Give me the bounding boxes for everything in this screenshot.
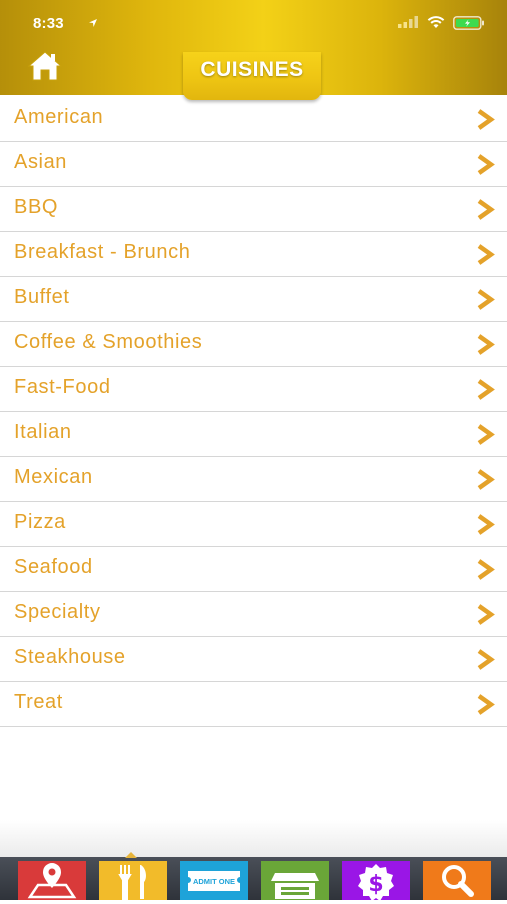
cellular-signal-icon xyxy=(398,16,418,28)
tab-search[interactable] xyxy=(423,861,491,900)
cuisine-row[interactable]: Italian xyxy=(0,412,507,457)
fork-knife-icon xyxy=(99,861,167,900)
status-time: 8:33 xyxy=(33,15,64,32)
dollar-badge-icon: $ xyxy=(342,861,410,901)
cuisine-row[interactable]: Asian xyxy=(0,142,507,187)
svg-text:$: $ xyxy=(368,872,383,897)
cuisine-label: American xyxy=(14,106,104,128)
tab-tickets[interactable]: ADMIT ONE xyxy=(180,861,248,900)
chevron-right-icon xyxy=(477,379,495,400)
cuisine-row[interactable]: Seafood xyxy=(0,547,507,592)
cuisine-label: Italian xyxy=(14,421,72,443)
cuisine-row[interactable]: Buffet xyxy=(0,277,507,322)
cuisine-row[interactable]: Treat xyxy=(0,682,507,727)
cuisine-row[interactable]: Steakhouse xyxy=(0,637,507,682)
location-arrow-icon xyxy=(89,19,97,27)
cuisine-label: BBQ xyxy=(14,196,59,218)
chevron-right-icon xyxy=(477,154,495,175)
chevron-right-icon xyxy=(477,559,495,580)
cuisine-label: Specialty xyxy=(14,601,101,623)
cuisine-row[interactable]: BBQ xyxy=(0,187,507,232)
cuisine-row[interactable]: Fast-Food xyxy=(0,367,507,412)
cuisine-label: Asian xyxy=(14,151,68,173)
cuisine-row[interactable]: Mexican xyxy=(0,457,507,502)
selected-tab-indicator xyxy=(125,852,137,858)
tab-map[interactable] xyxy=(18,861,86,900)
chevron-right-icon xyxy=(477,244,495,265)
chevron-right-icon xyxy=(477,424,495,445)
cuisine-row[interactable]: American xyxy=(0,97,507,142)
magnifier-icon xyxy=(423,861,491,900)
cuisine-row[interactable]: Breakfast - Brunch xyxy=(0,232,507,277)
chevron-right-icon xyxy=(477,694,495,715)
map-pin-icon xyxy=(18,861,86,900)
cuisine-row[interactable]: Coffee & Smoothies xyxy=(0,322,507,367)
cuisine-row[interactable]: Pizza xyxy=(0,502,507,547)
list-bottom-fade xyxy=(0,820,507,857)
chevron-right-icon xyxy=(477,334,495,355)
tab-deals[interactable]: $ xyxy=(342,861,410,901)
chevron-right-icon xyxy=(477,649,495,670)
store-icon xyxy=(261,861,329,900)
cuisine-label: Seafood xyxy=(14,556,93,578)
wifi-icon xyxy=(427,16,445,28)
chevron-right-icon xyxy=(477,514,495,535)
home-icon[interactable] xyxy=(27,50,63,82)
battery-icon xyxy=(453,16,484,30)
tab-dining[interactable] xyxy=(99,861,167,900)
chevron-right-icon xyxy=(477,199,495,220)
cuisine-label: Mexican xyxy=(14,466,93,488)
cuisine-label: Breakfast - Brunch xyxy=(14,241,191,263)
cuisine-label: Buffet xyxy=(14,286,70,308)
chevron-right-icon xyxy=(477,289,495,310)
page-title: CUISINES xyxy=(200,58,304,81)
ticket-text: ADMIT ONE xyxy=(193,877,235,886)
cuisine-label: Steakhouse xyxy=(14,646,126,668)
cuisine-label: Fast-Food xyxy=(14,376,111,398)
cuisine-label: Treat xyxy=(14,691,63,713)
cuisine-row[interactable]: Specialty xyxy=(0,592,507,637)
cuisine-list: American Asian BBQ Breakfast - Brunch Buffet… xyxy=(0,97,507,727)
cuisine-label: Coffee & Smoothies xyxy=(14,331,203,353)
chevron-right-icon xyxy=(477,469,495,490)
cuisine-label: Pizza xyxy=(14,511,66,533)
chevron-right-icon xyxy=(477,604,495,625)
chevron-right-icon xyxy=(477,109,495,130)
tab-shopping[interactable] xyxy=(261,861,329,900)
bottom-tab-bar: ADMIT ONE $ xyxy=(0,857,507,901)
ticket-icon: ADMIT ONE xyxy=(180,861,248,900)
